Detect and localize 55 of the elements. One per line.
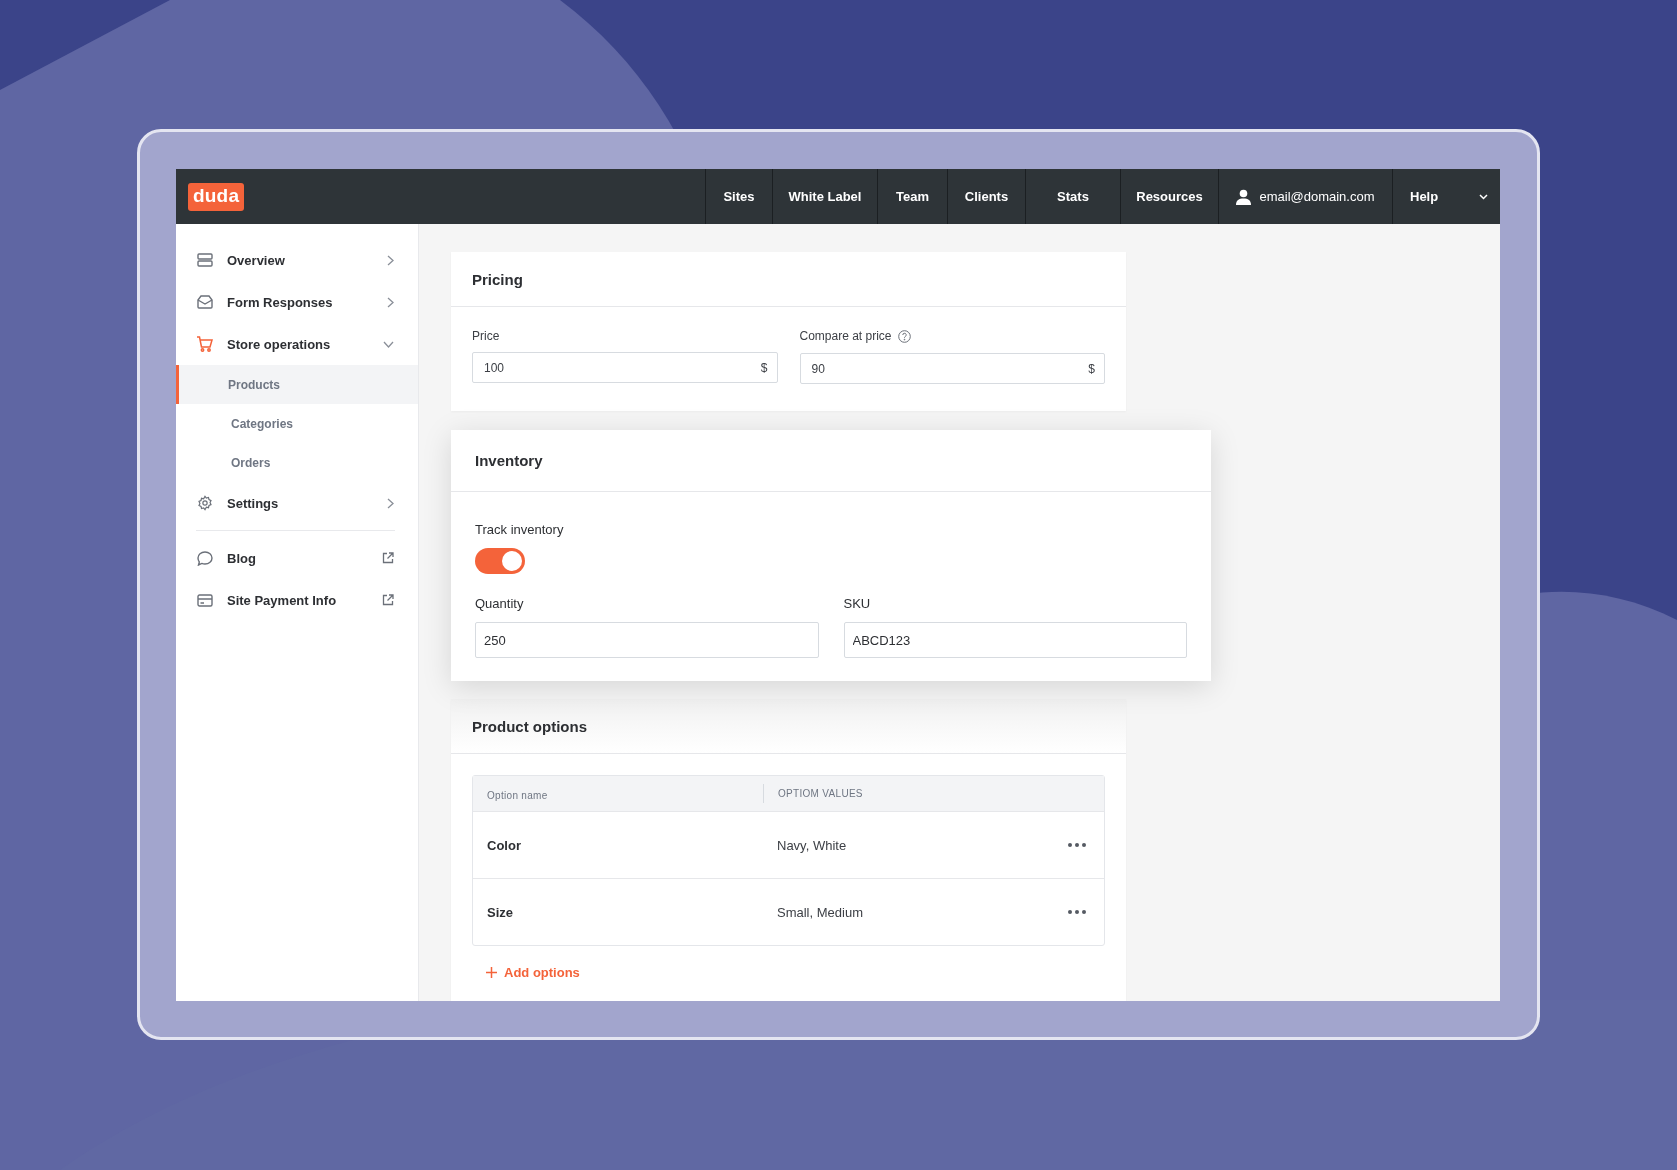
column-header: Option name	[487, 789, 548, 801]
field-label: SKU	[843, 596, 871, 611]
toggle-switch[interactable]	[475, 548, 525, 574]
nav-tab[interactable]: Team	[877, 169, 947, 224]
price-field[interactable]: 90 $	[799, 353, 1105, 384]
table-cell: Size	[487, 905, 513, 920]
user-icon	[1236, 188, 1252, 205]
sidebar-item[interactable]: Settings	[176, 482, 418, 524]
field-label: Compare at price	[799, 329, 892, 343]
sidebar-subitem[interactable]: Products	[176, 365, 418, 404]
column-header: OPTIOM VALUES	[778, 788, 863, 799]
chevron-right-icon	[387, 497, 394, 509]
nav-tab[interactable]: White Label	[772, 169, 877, 224]
plus-icon	[486, 967, 497, 978]
sidebar-item[interactable]: Store operations	[176, 323, 418, 365]
input-field[interactable]: ABCD123	[843, 622, 1187, 658]
nav-tab[interactable]: Sites	[705, 169, 772, 224]
table-cell-text: Small, Medium	[777, 904, 864, 920]
field-label: Price	[472, 329, 500, 343]
nav-tab[interactable]: Resources	[1120, 169, 1218, 224]
more-icon[interactable]	[1066, 840, 1088, 850]
card-title: Product options	[451, 699, 1126, 754]
more-icon[interactable]	[1066, 907, 1088, 917]
credit-card-icon	[196, 593, 213, 607]
table-cell-text: Navy, White	[777, 837, 848, 853]
logo: duda	[188, 182, 245, 211]
account-menu[interactable]: email@domain.com	[1218, 169, 1392, 224]
inbox-icon	[196, 295, 213, 309]
input-field[interactable]: 250	[475, 622, 819, 658]
chevron-right-icon	[387, 296, 394, 308]
external-link-icon	[382, 594, 394, 606]
external-link-icon	[382, 552, 394, 564]
sidebar-item[interactable]: Form Responses	[176, 281, 418, 323]
sidebar-item[interactable]: Overview	[176, 239, 418, 281]
overview-icon	[196, 253, 213, 267]
field-label: Quantity	[475, 596, 524, 611]
chevron-right-icon	[387, 254, 394, 266]
nav-tab[interactable]: Stats	[1025, 169, 1120, 224]
card-title: Inventory	[451, 430, 1211, 492]
help-icon	[897, 329, 911, 343]
chevron-down-icon	[1479, 193, 1488, 200]
card-title: Pricing	[451, 252, 1126, 307]
speech-bubble-icon	[196, 550, 213, 566]
cart-icon	[196, 336, 213, 352]
sidebar-subitem[interactable]: Orders	[176, 443, 418, 482]
sidebar-item[interactable]: Site Payment Info	[176, 579, 418, 621]
help-menu[interactable]: Help	[1392, 169, 1500, 224]
price-field[interactable]: 100 $	[472, 352, 778, 383]
toggle-label: Track inventory	[475, 522, 565, 537]
settings-icon	[196, 495, 213, 511]
sidebar-subitem[interactable]: Categories	[176, 404, 418, 443]
sidebar-item[interactable]: Blog	[176, 537, 418, 579]
chevron-down-icon	[383, 340, 394, 348]
table-cell: Color	[487, 838, 521, 853]
nav-tab[interactable]: Clients	[947, 169, 1025, 224]
